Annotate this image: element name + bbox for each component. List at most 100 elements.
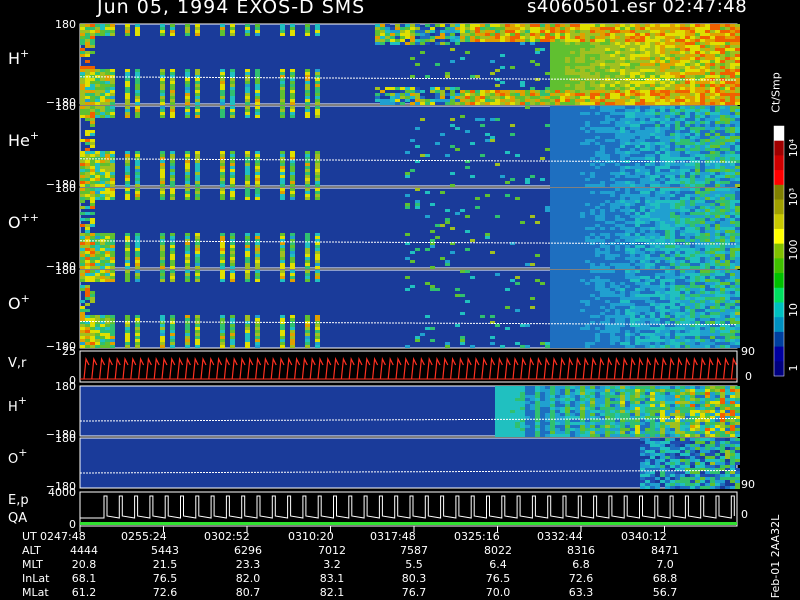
right-axis-tick-bottom: 0 <box>745 370 752 383</box>
colorbar-swatch <box>774 317 784 333</box>
info-value: 76.5 <box>152 572 178 585</box>
info-value: 6.8 <box>572 558 590 571</box>
panel-vr: V,r250900 <box>8 345 755 387</box>
colorbar-swatch <box>774 302 784 318</box>
colorbar-tick: 10 <box>787 303 800 317</box>
panel-oplusplus: O++180−180 <box>8 182 740 273</box>
right-axis-tick: 0 <box>741 508 748 521</box>
panel-ep-qa: E,pQA400000 <box>8 486 748 531</box>
info-row-label: ALT <box>22 544 41 557</box>
info-value: 0340:12 <box>621 530 667 543</box>
info-row-label: UT <box>22 530 37 543</box>
colorbar-unit: Ct/Smp <box>770 58 800 118</box>
info-value: 7587 <box>400 544 428 557</box>
info-value: 0332:44 <box>537 530 583 543</box>
info-value: 80.7 <box>235 586 261 599</box>
info-value: 63.3 <box>568 586 594 599</box>
orbit-info-table: UT 0247:48 0255:24 0302:52 0310:20 0317:48 032… <box>0 528 770 600</box>
info-value: 68.1 <box>71 572 97 585</box>
y-tick-top: 180 <box>55 432 76 445</box>
info-value: 8022 <box>484 544 512 557</box>
y-tick-top: 180 <box>55 264 76 277</box>
info-value: 61.2 <box>71 586 97 599</box>
panel-label: H+ <box>8 47 29 68</box>
info-value: 68.8 <box>652 572 678 585</box>
info-row-label: MLT <box>22 558 43 571</box>
title-bar: Jun 05, 1994 EXOS-D SMS s4060501.esr 02:… <box>0 0 800 22</box>
panel-heplus: He+180−180 <box>8 100 740 191</box>
colorbar-swatch <box>774 243 784 259</box>
info-value: 23.3 <box>235 558 261 571</box>
info-value: 6.4 <box>489 558 507 571</box>
colorbar-swatch <box>774 126 784 142</box>
colorbar-swatch <box>774 170 784 186</box>
y-tick-top: 25 <box>62 345 76 358</box>
info-value: 83.1 <box>319 572 345 585</box>
colorbar-swatch <box>774 331 784 348</box>
panel-oplus-2: O+180−180 90 <box>8 432 755 493</box>
colorbar-swatch <box>774 184 784 201</box>
panel-label: He+ <box>8 129 39 150</box>
info-row-label: InLat <box>22 572 50 585</box>
y-tick-top: 180 <box>55 182 76 195</box>
colorbar-swatch <box>774 199 784 215</box>
colorbar-swatch <box>774 258 784 274</box>
info-value: 72.6 <box>152 586 178 599</box>
colorbar-swatch <box>774 346 784 362</box>
info-value: 80.3 <box>401 572 427 585</box>
info-value: 72.6 <box>568 572 594 585</box>
plot-title: Jun 05, 1994 EXOS-D SMS <box>97 0 366 18</box>
info-value: 3.2 <box>323 558 341 571</box>
panel-frame <box>79 491 738 527</box>
info-value: 76.7 <box>401 586 427 599</box>
info-value: 0325:16 <box>454 530 500 543</box>
file-time-label: s4060501.esr 02:47:48 <box>527 0 748 17</box>
info-value: 5.5 <box>405 558 423 571</box>
info-value: 8316 <box>567 544 595 557</box>
info-row-label: MLat <box>22 586 49 599</box>
panel-label: O+ <box>8 292 30 313</box>
spectrogram-figure: H+180−180He+180−180O++180−180O+180−180V,… <box>8 18 800 532</box>
colorbar-swatch <box>774 361 784 377</box>
y-tick-top: 4000 <box>48 486 76 499</box>
info-value: 20.8 <box>71 558 97 571</box>
info-value: 0302:52 <box>204 530 250 543</box>
panel-label: E,p <box>8 493 29 508</box>
panel-label: H+ <box>8 394 27 415</box>
info-value: 8471 <box>651 544 679 557</box>
info-value: 0247:48 <box>40 530 86 543</box>
info-value: 82.0 <box>235 572 261 585</box>
colorbar-tick: 10⁴ <box>787 138 800 157</box>
info-value: 82.1 <box>319 586 345 599</box>
side-label: Feb-01 2AA32L <box>769 510 800 600</box>
colorbar-swatch <box>774 140 784 156</box>
info-value: 0255:24 <box>121 530 167 543</box>
panel-label-2: QA <box>8 511 27 526</box>
panel-hplus-2: H+180−180 <box>8 380 740 441</box>
y-tick-top: 180 <box>55 380 76 393</box>
panel-label: O+ <box>8 446 27 467</box>
colorbar-swatch <box>774 155 784 171</box>
side-label-text: Feb-01 2AA32L <box>769 514 783 599</box>
info-value: 6296 <box>234 544 262 557</box>
colorbar-swatch <box>774 228 784 245</box>
panel-oplus-1: O+180−180 <box>8 264 740 353</box>
y-tick-top: 180 <box>55 100 76 113</box>
info-value: 5443 <box>151 544 179 557</box>
info-value: 4444 <box>70 544 98 557</box>
info-value: 56.7 <box>652 586 678 599</box>
info-value: 0310:20 <box>288 530 334 543</box>
panel-frame <box>79 437 738 489</box>
right-axis-tick: 90 <box>741 345 755 358</box>
panel-hplus-1: H+180−180 <box>8 18 740 109</box>
info-value: 76.5 <box>485 572 511 585</box>
panel-label: V,r <box>8 356 27 371</box>
info-value: 21.5 <box>152 558 178 571</box>
colorbar-tick: 100 <box>787 240 800 261</box>
right-axis-tick: 90 <box>741 478 755 491</box>
colorbar-swatch <box>774 214 784 230</box>
colorbar-swatch <box>774 287 784 303</box>
panel-label: O++ <box>8 211 39 232</box>
info-value: 7012 <box>318 544 346 557</box>
info-value: 7.0 <box>656 558 674 571</box>
